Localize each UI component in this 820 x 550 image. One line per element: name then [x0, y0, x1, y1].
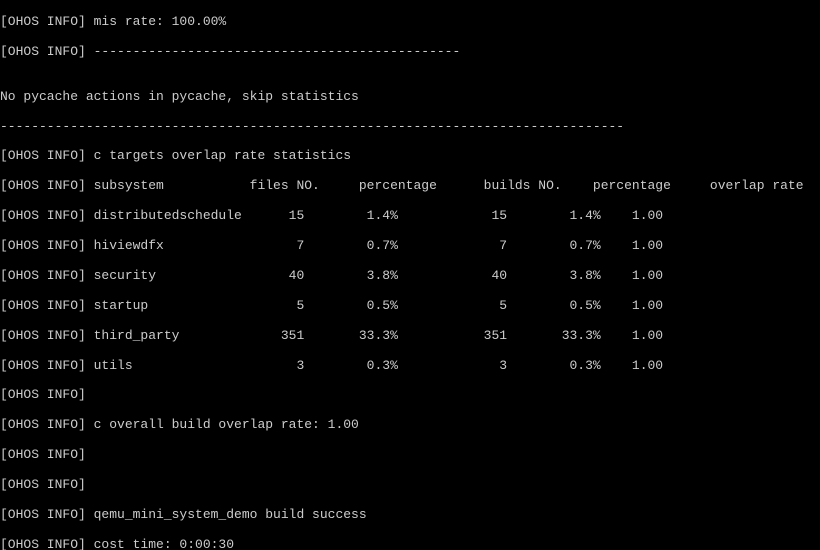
- info-separator: [OHOS INFO] ----------------------------…: [0, 45, 820, 60]
- separator-line: ----------------------------------------…: [0, 120, 820, 135]
- pycache-line: No pycache actions in pycache, skip stat…: [0, 90, 820, 105]
- stats-row: [OHOS INFO] distributedschedule 15 1.4% …: [0, 209, 820, 224]
- info-line: [OHOS INFO]: [0, 448, 820, 463]
- stats-row: [OHOS INFO] hiviewdfx 7 0.7% 7 0.7% 1.00: [0, 239, 820, 254]
- info-line: [OHOS INFO] mis rate: 100.00%: [0, 15, 820, 30]
- cost-time: [OHOS INFO] cost time: 0:00:30: [0, 538, 820, 550]
- stats-title: [OHOS INFO] c targets overlap rate stati…: [0, 149, 820, 164]
- info-line: [OHOS INFO]: [0, 478, 820, 493]
- info-line: [OHOS INFO]: [0, 388, 820, 403]
- terminal-output[interactable]: [OHOS INFO] mis rate: 100.00% [OHOS INFO…: [0, 0, 820, 550]
- stats-row: [OHOS INFO] security 40 3.8% 40 3.8% 1.0…: [0, 269, 820, 284]
- build-success: [OHOS INFO] qemu_mini_system_demo build …: [0, 508, 820, 523]
- stats-row: [OHOS INFO] startup 5 0.5% 5 0.5% 1.00: [0, 299, 820, 314]
- stats-row: [OHOS INFO] third_party 351 33.3% 351 33…: [0, 329, 820, 344]
- stats-header: [OHOS INFO] subsystem files NO. percenta…: [0, 179, 820, 194]
- stats-row: [OHOS INFO] utils 3 0.3% 3 0.3% 1.00: [0, 359, 820, 374]
- overall-rate: [OHOS INFO] c overall build overlap rate…: [0, 418, 820, 433]
